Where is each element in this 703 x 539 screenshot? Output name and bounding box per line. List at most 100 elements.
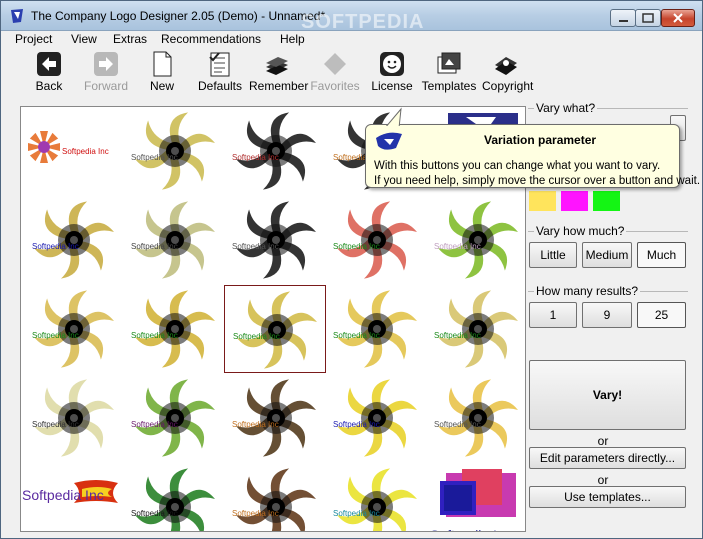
maximize-button[interactable] [635, 9, 661, 27]
tooltip-line-1: With this buttons you can change what yo… [374, 160, 661, 172]
logo-thumbnail[interactable]: Softpedia Inc [426, 285, 525, 373]
results-9-button[interactable]: 9 [582, 302, 632, 328]
or-text-1: or [597, 434, 609, 448]
logo-thumbnail[interactable]: Softpedia Inc [123, 374, 225, 462]
logo-caption: Softpedia Inc [434, 420, 481, 429]
logo-graphic [135, 112, 215, 190]
logo-caption: Softpedia Inc [333, 420, 380, 429]
defaults-button[interactable]: Defaults [197, 49, 243, 95]
copyright-button[interactable]: Copyright [482, 49, 533, 95]
logo-graphic [135, 468, 215, 531]
tooltip-line-2: If you need help, simply move the cursor… [374, 175, 701, 187]
logo-thumbnail[interactable]: Softpedia Inc [224, 107, 326, 195]
logo-graphic [34, 290, 114, 368]
logo-thumbnail[interactable]: Softpedia Inc [224, 196, 326, 284]
checklist-icon [209, 52, 230, 77]
vary-how-group: Vary how much? [528, 224, 688, 238]
new-label: New [149, 79, 174, 93]
page-icon [153, 51, 172, 77]
color-swatch-yellow[interactable] [529, 191, 556, 211]
logo-caption: Softpedia Inc [232, 420, 279, 429]
toolbar: Back Forward New Defaults Remember Favor… [1, 49, 702, 99]
defaults-label: Defaults [197, 79, 243, 93]
logo-thumbnail[interactable]: Softpedia Inc [426, 374, 525, 462]
logo-caption: Softpedia Inc [131, 509, 178, 518]
logo-graphic [236, 468, 316, 531]
logo-caption: Softpedia Inc [232, 242, 279, 251]
logo-graphic [337, 201, 417, 279]
tooltip: Variation parameter With this buttons yo… [365, 107, 700, 188]
medium-button[interactable]: Medium [582, 242, 632, 268]
license-button[interactable]: License [370, 49, 414, 95]
logo-graphic [135, 201, 215, 279]
logo-graphic [438, 290, 518, 368]
logo-thumbnail[interactable]: Softpedia Inc [22, 196, 124, 284]
logo-thumbnail[interactable]: Softpedia Inc [123, 196, 225, 284]
color-swatch-magenta[interactable] [561, 191, 588, 211]
logo-thumbnail[interactable]: Softpedia Inc [22, 463, 124, 531]
logo-graphic [440, 469, 516, 517]
forward-button[interactable]: Forward [83, 49, 129, 95]
logo-thumbnail[interactable]: Softpedia Inc [22, 107, 124, 195]
license-label: License [371, 79, 413, 93]
remember-button[interactable]: Remember [249, 49, 308, 95]
smiley-icon [380, 52, 404, 76]
logo-thumbnail[interactable]: Softpedia Inc [426, 196, 525, 284]
back-button[interactable]: Back [29, 49, 69, 95]
logo-graphic [34, 201, 114, 279]
logo-thumbnail[interactable]: Softpedia Inc [224, 374, 326, 462]
logo-graphic [236, 112, 316, 190]
logo-thumbnail[interactable]: Softpedia Inc [224, 285, 326, 373]
edit-parameters-button[interactable]: Edit parameters directly... [529, 447, 686, 469]
logo-graphic [237, 291, 317, 369]
favorites-button[interactable]: Favorites [310, 49, 360, 95]
close-icon [673, 13, 683, 23]
little-button[interactable]: Little [529, 242, 577, 268]
logo-thumbnail[interactable]: Softpedia Inc [426, 463, 525, 531]
menu-view[interactable]: View [71, 32, 97, 46]
templates-label: Templates [421, 79, 477, 93]
logo-thumbnail[interactable]: Softpedia Inc [325, 463, 427, 531]
menu-recommendations[interactable]: Recommendations [161, 32, 261, 46]
logo-thumbnail[interactable]: Softpedia Inc [123, 285, 225, 373]
minimize-button[interactable] [610, 9, 636, 27]
results-1-button[interactable]: 1 [529, 302, 577, 328]
menu-bar: Project View Extras Recommendations Help [1, 31, 702, 49]
templates-button[interactable]: Templates [421, 49, 477, 95]
results-25-button[interactable]: 25 [637, 302, 686, 328]
logo-thumbnail[interactable]: Softpedia Inc [224, 463, 326, 531]
color-swatch-green[interactable] [593, 191, 620, 211]
vary-button[interactable]: Vary! [529, 360, 686, 430]
close-button[interactable] [661, 9, 695, 27]
logo-graphic [34, 379, 114, 457]
title-bar[interactable]: The Company Logo Designer 2.05 (Demo) - … [1, 1, 702, 33]
logo-thumbnail[interactable]: Softpedia Inc [123, 107, 225, 195]
logo-graphic [337, 290, 417, 368]
logo-thumbnail[interactable]: Softpedia Inc [22, 285, 124, 373]
logo-thumbnail[interactable]: Softpedia Inc [22, 374, 124, 462]
logo-caption: Softpedia Inc [434, 242, 481, 251]
results-group: How many results? [528, 284, 688, 298]
logo-caption: Softpedia Inc [232, 509, 279, 518]
logo-caption: Softpedia Inc [131, 242, 178, 251]
logo-caption: Softpedia Inc [32, 242, 79, 251]
new-button[interactable]: New [147, 49, 177, 95]
tooltip-text: With this buttons you can change what yo… [374, 159, 700, 189]
use-templates-button[interactable]: Use templates... [529, 486, 686, 508]
much-button[interactable]: Much [637, 242, 686, 268]
arrow-left-icon [37, 52, 61, 76]
templates-icon [437, 52, 461, 74]
logo-graphic [236, 379, 316, 457]
menu-help[interactable]: Help [280, 32, 305, 46]
menu-project[interactable]: Project [15, 32, 52, 46]
logo-thumbnail[interactable]: Softpedia Inc [123, 463, 225, 531]
logo-graphic [438, 201, 518, 279]
vary-how-label: Vary how much? [534, 224, 627, 238]
menu-extras[interactable]: Extras [113, 32, 147, 46]
logo-caption: Softpedia Inc [32, 331, 79, 340]
logo-caption: Softpedia Inc [131, 420, 178, 429]
logo-thumbnail[interactable]: Softpedia Inc [325, 285, 427, 373]
logo-thumbnail[interactable]: Softpedia Inc [325, 196, 427, 284]
logo-thumbnail[interactable]: Softpedia Inc [325, 374, 427, 462]
logo-caption: Softpedia Inc [233, 332, 280, 341]
